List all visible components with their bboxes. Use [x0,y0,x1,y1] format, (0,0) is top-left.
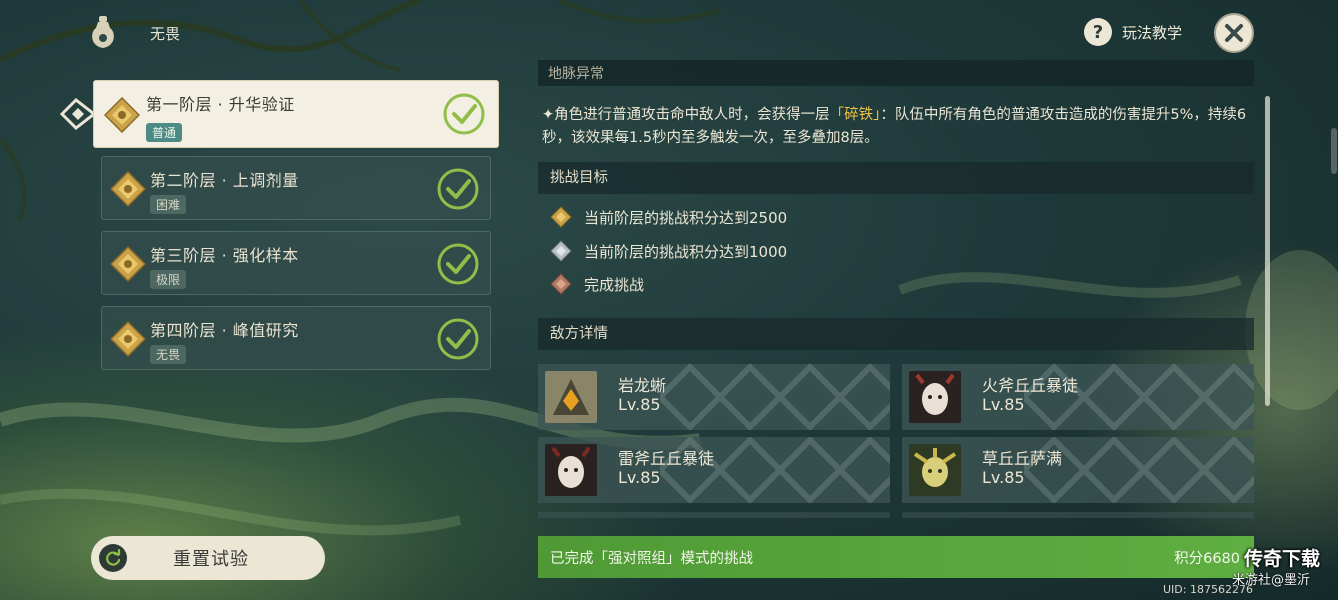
goal-text: 当前阶层的挑战积分达到1000 [584,242,788,261]
gold-medal-icon [110,171,146,207]
enemies-heading: 敌方详情 [538,318,1254,350]
silver-medal-icon [550,240,572,262]
tier-item-1[interactable]: 第一阶层 · 升华验证 普通 [93,80,499,148]
enemy-card[interactable]: 岩龙蜥 Lv.85 [538,364,890,430]
enemy-portrait-icon [545,444,597,496]
watermark-main: 传奇下载 [1244,548,1321,570]
enemy-card-partial [538,512,890,518]
card-pattern [660,364,890,430]
enemy-card[interactable]: 雷斧丘丘暴徒 Lv.85 [538,437,890,503]
enemy-level: Lv.85 [982,395,1025,414]
gold-medal-icon [110,321,146,357]
potion-flask-icon [92,16,114,48]
enemy-portrait-icon [545,371,597,423]
difficulty-badge: 极限 [150,270,187,289]
goals-heading: 挑战目标 [538,162,1254,194]
reset-trial-button[interactable]: 重置试验 [91,536,325,580]
difficulty-badge: 困难 [150,195,187,214]
enemy-name: 草丘丘萨满 [982,449,1063,468]
difficulty-badge: 普通 [146,123,183,142]
close-icon [1225,24,1243,42]
selection-indicator-icon [60,98,96,130]
difficulty-badge: 无畏 [150,345,187,364]
gold-medal-icon [110,246,146,282]
enemy-card-partial [902,512,1254,518]
goal-item: 完成挑战 [550,273,644,295]
description-keyword: 「碎铁」 [829,107,881,123]
gold-medal-icon [104,97,140,133]
tier-name: 第一阶层 · 升华验证 [146,95,295,114]
completed-check-icon [437,168,479,210]
question-mark-icon: ? [1084,18,1112,46]
reset-label: 重置试验 [173,549,249,570]
panel-scrollbar[interactable] [1265,96,1270,406]
enemy-level: Lv.85 [618,395,661,414]
goal-text: 完成挑战 [584,275,645,294]
completed-check-icon [443,93,485,135]
enemy-card[interactable]: 草丘丘萨满 Lv.85 [902,437,1254,503]
gold-medal-icon [550,206,572,228]
star-bullet-icon: ✦ [542,107,555,123]
completion-message: 已完成「强对照组」模式的挑战 [550,551,753,567]
description-text-before: 角色进行普通攻击命中敌人时，会获得一层 [554,107,830,123]
section-header-partial [538,60,1254,86]
enemy-name: 火斧丘丘暴徒 [982,376,1079,395]
goal-item: 当前阶层的挑战积分达到2500 [550,206,787,228]
tier-name: 第三阶层 · 强化样本 [150,246,299,265]
tier-item-4[interactable]: 第四阶层 · 峰值研究 无畏 [101,306,491,370]
enemy-card[interactable]: 火斧丘丘暴徒 Lv.85 [902,364,1254,430]
tier-name: 第二阶层 · 上调剂量 [150,171,299,190]
enemy-name: 岩龙蜥 [618,376,667,395]
goal-text: 当前阶层的挑战积分达到2500 [584,208,788,227]
completed-check-icon [437,243,479,285]
enemy-level: Lv.85 [982,468,1025,487]
refresh-icon [99,544,127,572]
enemy-name: 雷斧丘丘暴徒 [618,449,715,468]
completed-check-icon [437,318,479,360]
enemy-portrait-icon [909,444,961,496]
mode-title: 无畏 [150,25,181,43]
ley-line-description: ✦角色进行普通攻击命中敌人时，会获得一层「碎铁」：队伍中所有角色的普通攻击造成的… [542,104,1252,150]
help-label: 玩法教学 [1122,23,1183,42]
enemy-portrait-icon [909,371,961,423]
completion-banner: 已完成「强对照组」模式的挑战 积分6680 [538,536,1254,578]
ley-line-heading: 地脉异常 [548,66,604,82]
tier-name: 第四阶层 · 峰值研究 [150,321,299,340]
edge-scroll-indicator [1331,128,1337,174]
close-button[interactable] [1214,13,1254,53]
user-uid: UID: 187562276 [1163,583,1253,596]
enemy-level: Lv.85 [618,468,661,487]
completion-score: 积分6680 [1174,551,1240,567]
help-tutorial-button[interactable]: ? 玩法教学 [1084,18,1182,46]
goal-item: 当前阶层的挑战积分达到1000 [550,240,787,262]
bronze-medal-icon [550,273,572,295]
tier-item-2[interactable]: 第二阶层 · 上调剂量 困难 [101,156,491,220]
tier-item-3[interactable]: 第三阶层 · 强化样本 极限 [101,231,491,295]
